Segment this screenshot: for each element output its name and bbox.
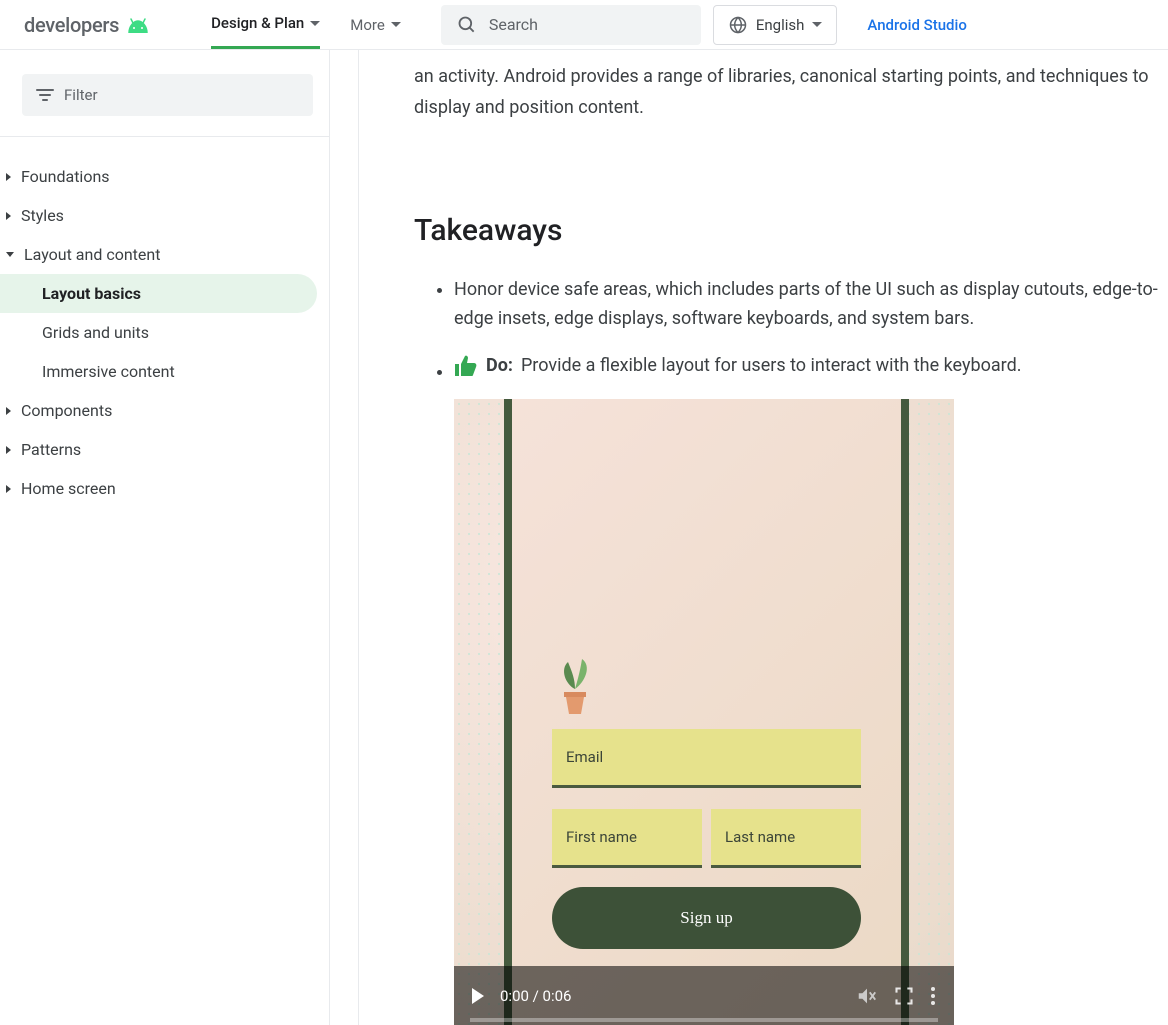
nav-tabs: Design & Plan More xyxy=(211,0,401,49)
android-studio-link[interactable]: Android Studio xyxy=(867,16,966,34)
filter-placeholder: Filter xyxy=(64,86,98,104)
chevron-down-icon xyxy=(310,21,320,26)
language-selector[interactable]: English xyxy=(713,5,838,45)
sidebar-subitem-immersive[interactable]: Immersive content xyxy=(0,352,329,391)
list-item: Do: Provide a flexible layout for users … xyxy=(454,352,1168,1025)
email-field: Email xyxy=(552,729,861,788)
caret-right-icon xyxy=(6,212,11,220)
caret-right-icon xyxy=(6,485,11,493)
decoration xyxy=(904,399,954,1025)
filter-icon xyxy=(36,88,54,102)
sidebar-item-home-screen[interactable]: Home screen xyxy=(0,469,329,508)
sidebar-subitem-layout-basics[interactable]: Layout basics xyxy=(0,274,317,313)
chevron-down-icon xyxy=(391,22,401,27)
sidebar: Filter Foundations Styles Layout and con… xyxy=(0,50,330,1025)
sidebar-subitem-grids-units[interactable]: Grids and units xyxy=(0,313,329,352)
play-icon[interactable] xyxy=(472,988,484,1004)
tab-label: Design & Plan xyxy=(211,14,304,32)
video-controls: 0:00 / 0:06 xyxy=(454,966,954,1025)
takeaways-heading: Takeaways xyxy=(414,213,1168,248)
globe-icon xyxy=(728,15,748,35)
sidebar-item-label: Layout and content xyxy=(24,245,160,264)
lastname-field: Last name xyxy=(711,809,861,868)
search-placeholder: Search xyxy=(489,15,538,34)
caret-right-icon xyxy=(6,407,11,415)
sidebar-item-components[interactable]: Components xyxy=(0,391,329,430)
takeaways-list: Honor device safe areas, which includes … xyxy=(414,276,1168,1025)
caret-right-icon xyxy=(6,446,11,454)
sidebar-item-label: Patterns xyxy=(21,440,81,459)
video-time: 0:00 / 0:06 xyxy=(500,984,571,1008)
caret-down-icon xyxy=(6,252,14,257)
caret-right-icon xyxy=(6,173,11,181)
search-input[interactable]: Search xyxy=(441,5,701,45)
top-header: developers Design & Plan More Search Eng… xyxy=(0,0,1168,50)
sidebar-item-label: Styles xyxy=(21,206,64,225)
phone-mockup: Email First name Last name Sign up xyxy=(504,399,909,1025)
sidebar-item-styles[interactable]: Styles xyxy=(0,196,329,235)
thumbs-up-icon xyxy=(454,355,478,377)
video-container: Email First name Last name Sign up 0:00 … xyxy=(454,399,954,1025)
fullscreen-icon[interactable] xyxy=(894,986,914,1006)
filter-input[interactable]: Filter xyxy=(22,74,313,116)
sidebar-item-foundations[interactable]: Foundations xyxy=(0,157,329,196)
tab-more[interactable]: More xyxy=(350,0,401,49)
signup-button: Sign up xyxy=(552,887,861,949)
mute-icon[interactable] xyxy=(856,985,878,1007)
logo[interactable]: developers xyxy=(24,13,151,37)
sidebar-item-layout-content[interactable]: Layout and content xyxy=(0,235,329,274)
tab-design-plan[interactable]: Design & Plan xyxy=(211,0,320,49)
firstname-field: First name xyxy=(552,809,702,868)
video-player[interactable]: Email First name Last name Sign up 0:00 … xyxy=(454,399,954,1025)
video-progress[interactable] xyxy=(470,1018,938,1022)
language-label: English xyxy=(756,16,805,34)
do-text: Provide a flexible layout for users to i… xyxy=(521,352,1022,381)
android-icon xyxy=(125,17,151,33)
sidebar-item-label: Components xyxy=(21,401,112,420)
divider xyxy=(0,136,329,137)
plant-icon xyxy=(550,654,600,719)
intro-paragraph: an activity. Android provides a range of… xyxy=(414,62,1154,123)
sidebar-item-patterns[interactable]: Patterns xyxy=(0,430,329,469)
content-area: an activity. Android provides a range of… xyxy=(330,50,1168,1025)
do-label: Do: xyxy=(486,352,513,381)
search-icon xyxy=(457,15,477,35)
logo-text: developers xyxy=(24,13,119,37)
sidebar-item-label: Foundations xyxy=(21,167,110,186)
decoration xyxy=(454,399,504,1025)
main-container: Filter Foundations Styles Layout and con… xyxy=(0,50,1168,1025)
more-icon[interactable] xyxy=(930,986,936,1006)
tab-label: More xyxy=(350,16,385,34)
sidebar-item-label: Home screen xyxy=(21,479,116,498)
chevron-down-icon xyxy=(812,22,822,27)
content-inner: an activity. Android provides a range of… xyxy=(358,50,1168,1025)
list-item: Honor device safe areas, which includes … xyxy=(454,276,1168,334)
